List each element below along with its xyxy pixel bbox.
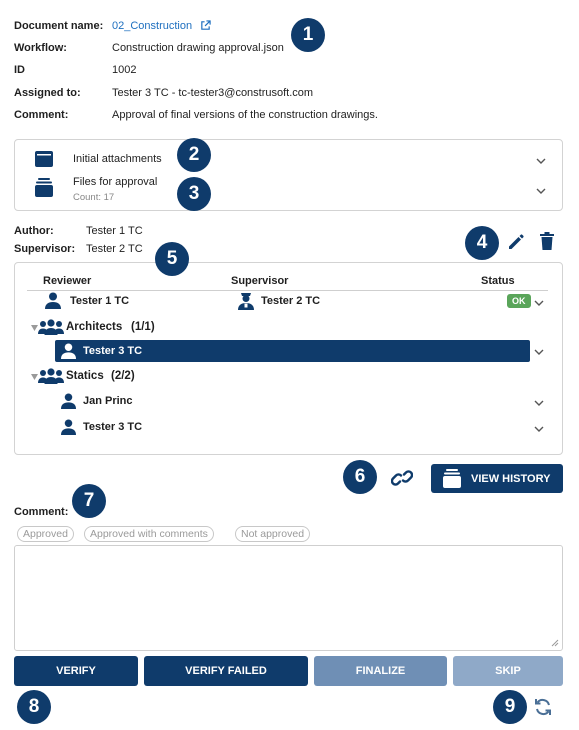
member-name: Jan Princ xyxy=(83,395,133,407)
workflow-value: Construction drawing approval.json xyxy=(112,42,284,54)
id-value: 1002 xyxy=(112,64,137,76)
chip-approved[interactable]: Approved xyxy=(17,526,74,542)
comment-textarea[interactable] xyxy=(14,545,563,651)
member-row-selected[interactable]: Tester 3 TC xyxy=(55,340,530,362)
member-name: Tester 3 TC xyxy=(83,345,143,357)
callout-badge: 6 xyxy=(343,460,377,494)
author-value: Tester 1 TC xyxy=(86,225,143,237)
chevron-down-icon[interactable] xyxy=(533,297,545,309)
status-ok-badge: OK xyxy=(507,294,531,308)
author-row: Author: Tester 1 TC xyxy=(14,225,143,237)
user-icon xyxy=(61,419,76,435)
chevron-down-icon[interactable] xyxy=(533,397,545,409)
member-row[interactable]: Jan Princ xyxy=(15,391,562,413)
id-row: ID 1002 xyxy=(14,63,136,77)
callout-badge: 7 xyxy=(72,484,106,518)
callout-badge: 9 xyxy=(493,690,527,724)
assigned-value: Tester 3 TC - tc-tester3@construsoft.com xyxy=(112,87,314,99)
resize-handle-icon[interactable] xyxy=(551,639,559,647)
chip-approved-with-comments[interactable]: Approved with comments xyxy=(84,526,214,542)
workflow-label: Workflow: xyxy=(14,42,67,54)
view-history-button[interactable]: VIEW HISTORY xyxy=(431,464,563,493)
group-row-statics[interactable]: Statics (2/2) xyxy=(15,367,562,387)
pencil-edit-icon[interactable] xyxy=(506,232,526,252)
comment-label: Comment: xyxy=(14,506,69,518)
files-for-approval-label: Files for approval xyxy=(73,176,158,188)
user-icon xyxy=(61,393,76,409)
files-for-approval-item[interactable]: Files for approval Count: 17 xyxy=(15,174,562,210)
document-name-value[interactable]: 02_Construction xyxy=(112,20,192,32)
skip-button[interactable]: SKIP xyxy=(453,656,563,686)
attachments-panel: Initial attachments Files for approval C… xyxy=(14,139,563,211)
comment-info-label: Comment: xyxy=(14,109,69,121)
external-link-icon[interactable] xyxy=(200,20,211,31)
chevron-down-icon[interactable] xyxy=(533,423,545,435)
caret-down-icon[interactable] xyxy=(31,374,38,380)
file-stack-icon xyxy=(35,178,53,197)
user-icon xyxy=(45,292,61,309)
callout-badge: 3 xyxy=(177,177,211,211)
group-row-architects[interactable]: Architects (1/1) xyxy=(15,318,562,338)
verify-failed-button[interactable]: VERIFY FAILED xyxy=(144,656,308,686)
user-icon xyxy=(61,343,76,359)
callout-badge: 4 xyxy=(465,226,499,260)
assigned-label: Assigned to: xyxy=(14,87,81,99)
group-count: (2/2) xyxy=(111,370,135,382)
link-icon[interactable] xyxy=(391,468,413,488)
group-users-icon xyxy=(38,368,64,384)
supervisor-label: Supervisor: xyxy=(14,243,76,255)
group-count: (1/1) xyxy=(131,321,155,333)
supervisor-header: Supervisor xyxy=(231,275,289,287)
reviewer-row[interactable]: Tester 1 TC Tester 2 TC OK xyxy=(15,291,562,313)
callout-badge: 8 xyxy=(17,690,51,724)
supervisor-name: Tester 2 TC xyxy=(261,295,321,307)
status-header: Status xyxy=(481,275,515,287)
reviewer-name: Tester 1 TC xyxy=(70,295,130,307)
supervisor-row: Supervisor: Tester 2 TC xyxy=(14,243,143,255)
group-name: Architects xyxy=(66,321,123,333)
verify-button[interactable]: VERIFY xyxy=(14,656,138,686)
callout-badge: 5 xyxy=(155,242,189,276)
folder-icon xyxy=(35,151,53,167)
supervisor-value: Tester 2 TC xyxy=(86,243,143,255)
member-name: Tester 3 TC xyxy=(83,421,143,433)
callout-badge: 2 xyxy=(177,138,211,172)
reviewer-header: Reviewer xyxy=(43,275,92,287)
document-name-label: Document name: xyxy=(14,20,104,32)
chevron-down-icon[interactable] xyxy=(535,185,547,197)
view-history-label: VIEW HISTORY xyxy=(471,472,551,485)
author-label: Author: xyxy=(14,225,54,237)
chevron-down-icon[interactable] xyxy=(533,346,545,358)
id-label: ID xyxy=(14,64,25,76)
finalize-button[interactable]: FINALIZE xyxy=(314,656,447,686)
caret-down-icon[interactable] xyxy=(31,325,38,331)
chevron-down-icon[interactable] xyxy=(535,155,547,167)
comment-info-row: Comment: Approval of final versions of t… xyxy=(14,108,378,122)
group-users-icon xyxy=(38,319,64,335)
assigned-row: Assigned to: Tester 3 TC - tc-tester3@co… xyxy=(14,86,313,100)
comment-info-value: Approval of final versions of the constr… xyxy=(112,109,378,121)
refresh-icon[interactable] xyxy=(533,697,553,717)
member-row[interactable]: Tester 3 TC xyxy=(15,417,562,439)
group-name: Statics xyxy=(66,370,104,382)
chip-not-approved[interactable]: Not approved xyxy=(235,526,311,542)
supervisor-user-icon xyxy=(238,293,254,310)
initial-attachments-label: Initial attachments xyxy=(73,153,162,165)
document-name-link[interactable]: 02_Construction xyxy=(112,19,211,33)
files-count: Count: 17 xyxy=(73,192,115,203)
initial-attachments-item[interactable]: Initial attachments xyxy=(15,145,562,175)
reviewers-panel: Reviewer Supervisor Status Tester 1 TC T… xyxy=(14,262,563,455)
trash-delete-icon[interactable] xyxy=(538,231,556,251)
callout-badge: 1 xyxy=(291,18,325,52)
document-name-row: Document name: 02_Construction xyxy=(14,19,211,33)
file-stack-icon xyxy=(443,468,461,488)
workflow-row: Workflow: Construction drawing approval.… xyxy=(14,41,284,55)
